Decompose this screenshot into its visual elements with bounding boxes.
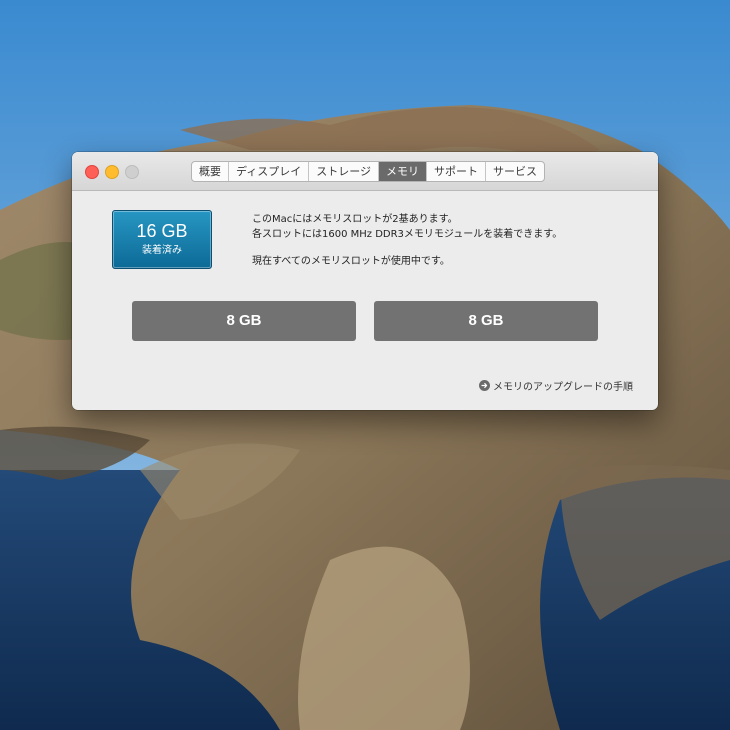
memory-upgrade-link[interactable]: メモリのアップグレードの手順 — [479, 378, 633, 393]
slot-status-text: 現在すべてのメモリスロットが使用中です。 — [252, 256, 450, 267]
memory-info: このMacにはメモリスロットが2基あります。 各スロットには1600 MHz D… — [252, 212, 562, 269]
tab-storage[interactable]: ストレージ — [309, 162, 380, 181]
arrow-circle-right-icon — [479, 380, 490, 391]
total-memory-size: 16 GB — [136, 221, 188, 241]
tab-service[interactable]: サービス — [486, 162, 544, 181]
tab-memory[interactable]: メモリ — [379, 162, 428, 181]
memory-panel: 16 GB 装着済み このMacにはメモリスロットが2基あります。 各スロットに… — [72, 191, 658, 410]
title-bar: 概要 ディスプレイ ストレージ メモリ サポート サービス — [72, 152, 658, 191]
tab-bar: 概要 ディスプレイ ストレージ メモリ サポート サービス — [191, 161, 546, 182]
tab-displays[interactable]: ディスプレイ — [229, 162, 310, 181]
slot-count-text: このMacにはメモリスロットが2基あります。 — [252, 214, 458, 225]
minimize-button[interactable] — [105, 165, 119, 179]
memory-slots: 8 GB 8 GB — [132, 301, 598, 341]
memory-slot-2: 8 GB — [374, 301, 598, 341]
memory-upgrade-label: メモリのアップグレードの手順 — [493, 382, 633, 393]
memory-slot-1: 8 GB — [132, 301, 356, 341]
zoom-button — [125, 165, 139, 179]
total-memory-label: 装着済み — [142, 245, 182, 256]
total-memory-badge: 16 GB 装着済み — [112, 210, 212, 269]
tab-support[interactable]: サポート — [427, 162, 487, 181]
tab-overview[interactable]: 概要 — [192, 162, 229, 181]
about-this-mac-window: 概要 ディスプレイ ストレージ メモリ サポート サービス 16 GB 装着済み… — [72, 152, 658, 410]
slot-spec-text: 各スロットには1600 MHz DDR3メモリモジュールを装着できます。 — [252, 229, 563, 240]
close-button[interactable] — [85, 165, 99, 179]
